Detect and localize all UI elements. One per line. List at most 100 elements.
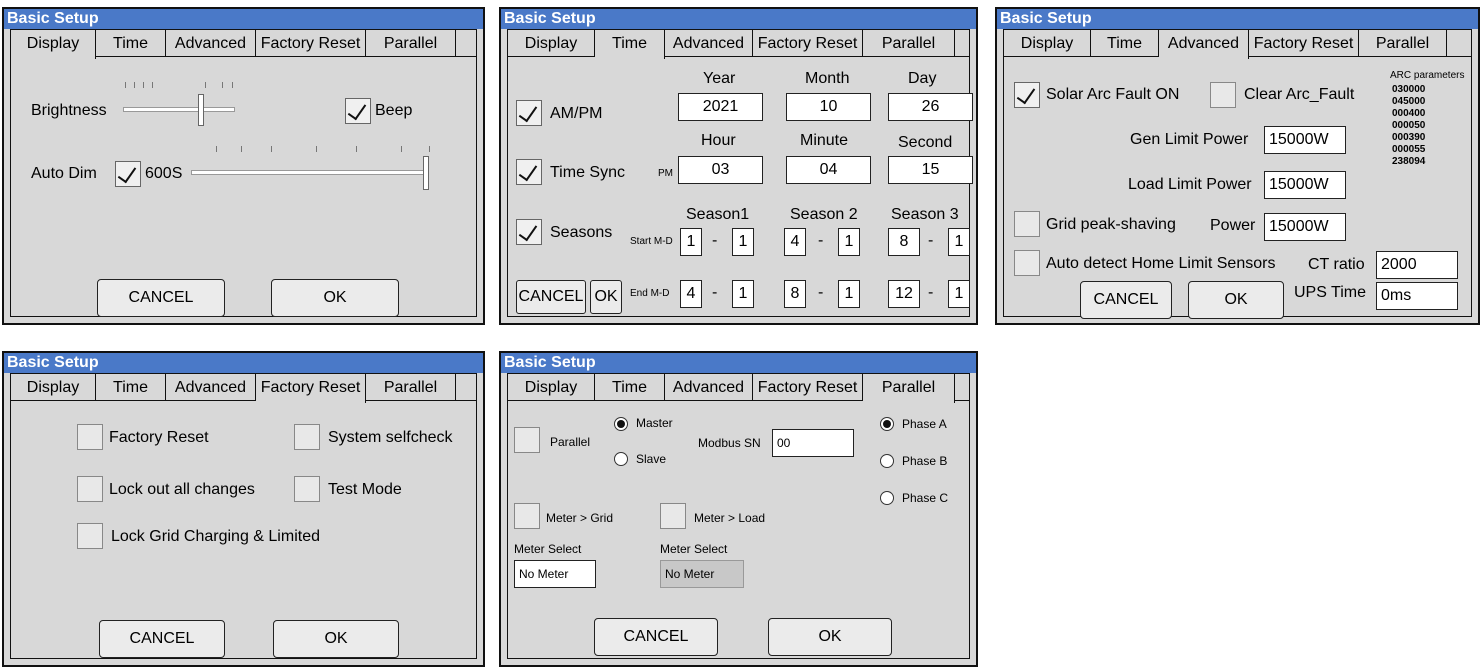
system-selfcheck-checkbox[interactable] <box>294 424 320 450</box>
meter-grid-checkbox[interactable] <box>514 503 540 529</box>
tab-advanced[interactable]: Advanced <box>166 30 256 57</box>
tab-parallel[interactable]: Parallel <box>366 30 456 57</box>
tab-content: AM/PM Year Month Day 2021 10 26 Time Syn… <box>507 56 973 317</box>
lock-out-checkbox[interactable] <box>77 476 103 502</box>
slave-radio[interactable] <box>614 452 628 466</box>
load-limit-power-input[interactable]: 15000W <box>1264 171 1346 199</box>
season2-end-month[interactable]: 8 <box>784 280 806 308</box>
tab-factory-reset[interactable]: Factory Reset <box>753 30 863 57</box>
auto-dim-slider[interactable] <box>191 170 429 175</box>
season3-end-day[interactable]: 1 <box>948 280 970 308</box>
tab-spacer <box>955 30 969 57</box>
cancel-button[interactable]: CANCEL <box>516 280 586 314</box>
ups-time-input[interactable]: 0ms <box>1376 282 1458 310</box>
ct-ratio-input[interactable]: 2000 <box>1376 251 1458 279</box>
phase-c-radio[interactable] <box>880 491 894 505</box>
lock-grid-charging-checkbox[interactable] <box>77 523 103 549</box>
tab-display[interactable]: Display <box>11 374 96 401</box>
phase-b-radio[interactable] <box>880 454 894 468</box>
cancel-button[interactable]: CANCEL <box>594 618 718 656</box>
day-label: Day <box>908 70 937 87</box>
season2-start-month[interactable]: 4 <box>784 228 806 256</box>
phase-a-radio[interactable] <box>880 417 894 431</box>
cancel-button[interactable]: CANCEL <box>1080 281 1172 319</box>
ok-button[interactable]: OK <box>768 618 892 656</box>
auto-dim-slider-thumb[interactable] <box>423 156 429 190</box>
cancel-button[interactable]: CANCEL <box>97 279 225 317</box>
tab-factory-reset[interactable]: Factory Reset <box>256 30 366 57</box>
ok-button[interactable]: OK <box>273 620 399 658</box>
tab-spacer <box>955 374 969 401</box>
ampm-checkbox[interactable] <box>516 100 542 126</box>
tab-display[interactable]: Display <box>508 30 595 57</box>
modbus-sn-input[interactable]: 00 <box>772 429 854 457</box>
beep-checkbox[interactable] <box>345 98 371 124</box>
master-radio[interactable] <box>614 417 628 431</box>
ok-button[interactable]: OK <box>271 279 399 317</box>
gen-limit-power-input[interactable]: 15000W <box>1264 126 1346 154</box>
season1-start-month[interactable]: 1 <box>680 228 702 256</box>
seasons-checkbox[interactable] <box>516 219 542 245</box>
tab-advanced[interactable]: Advanced <box>665 30 753 57</box>
season2-start-day[interactable]: 1 <box>838 228 860 256</box>
season1-end-day[interactable]: 1 <box>732 280 754 308</box>
season3-start-day[interactable]: 1 <box>948 228 970 256</box>
tab-content: Brightness Beep Auto Dim 600S CANCEL OK <box>10 56 477 317</box>
factory-reset-checkbox[interactable] <box>77 424 103 450</box>
hour-input[interactable]: 03 <box>678 156 763 184</box>
grid-peak-shaving-checkbox[interactable] <box>1014 211 1040 237</box>
tab-display[interactable]: Display <box>1004 30 1091 57</box>
test-mode-checkbox[interactable] <box>294 476 320 502</box>
minute-input[interactable]: 04 <box>786 156 871 184</box>
tab-factory-reset[interactable]: Factory Reset <box>256 374 366 403</box>
brightness-slider[interactable] <box>123 107 235 112</box>
tab-parallel[interactable]: Parallel <box>366 374 456 401</box>
tab-advanced[interactable]: Advanced <box>166 374 256 401</box>
tab-time[interactable]: Time <box>1091 30 1159 57</box>
season1-start-day[interactable]: 1 <box>732 228 754 256</box>
tab-parallel[interactable]: Parallel <box>1359 30 1447 57</box>
time-sync-checkbox[interactable] <box>516 159 542 185</box>
tab-advanced[interactable]: Advanced <box>1159 30 1249 59</box>
tab-time[interactable]: Time <box>595 374 665 401</box>
tab-parallel[interactable]: Parallel <box>863 374 955 403</box>
solar-arc-fault-checkbox[interactable] <box>1014 82 1040 108</box>
arc-param-value: 045000 <box>1392 96 1426 107</box>
tab-parallel[interactable]: Parallel <box>863 30 955 57</box>
tab-time[interactable]: Time <box>96 374 166 401</box>
tab-factory-reset[interactable]: Factory Reset <box>753 374 863 401</box>
tab-bar: Display Time Advanced Factory Reset Para… <box>10 373 477 403</box>
arc-parameters-label: ARC parameters <box>1390 70 1465 81</box>
season1-end-month[interactable]: 4 <box>680 280 702 308</box>
season3-end-month[interactable]: 12 <box>888 280 920 308</box>
season1-label: Season1 <box>686 206 750 223</box>
parallel-checkbox[interactable] <box>514 427 540 453</box>
tab-time[interactable]: Time <box>595 30 665 59</box>
tab-advanced[interactable]: Advanced <box>665 374 753 401</box>
brightness-slider-thumb[interactable] <box>198 94 204 126</box>
dash: - <box>818 284 824 301</box>
auto-detect-checkbox[interactable] <box>1014 250 1040 276</box>
day-input[interactable]: 26 <box>888 93 973 121</box>
auto-dim-checkbox[interactable] <box>115 161 141 187</box>
meter-load-checkbox[interactable] <box>660 503 686 529</box>
tab-display[interactable]: Display <box>508 374 595 401</box>
second-input[interactable]: 15 <box>888 156 973 184</box>
clear-arc-fault-checkbox[interactable] <box>1210 82 1236 108</box>
power-input[interactable]: 15000W <box>1264 213 1346 241</box>
arc-param-value: 000050 <box>1392 120 1426 131</box>
ok-button[interactable]: OK <box>590 280 622 314</box>
modbus-sn-label: Modbus SN <box>698 436 761 450</box>
tab-time[interactable]: Time <box>96 30 166 57</box>
year-input[interactable]: 2021 <box>678 93 763 121</box>
cancel-button[interactable]: CANCEL <box>99 620 225 658</box>
tab-factory-reset[interactable]: Factory Reset <box>1249 30 1359 57</box>
ok-button[interactable]: OK <box>1188 281 1284 319</box>
minute-label: Minute <box>800 132 849 149</box>
month-input[interactable]: 10 <box>786 93 871 121</box>
season2-end-day[interactable]: 1 <box>838 280 860 308</box>
season3-start-month[interactable]: 8 <box>888 228 920 256</box>
meter-select-1-input[interactable]: No Meter <box>514 560 596 588</box>
tab-display[interactable]: Display <box>11 30 96 59</box>
phase-a-label: Phase A <box>902 417 947 431</box>
